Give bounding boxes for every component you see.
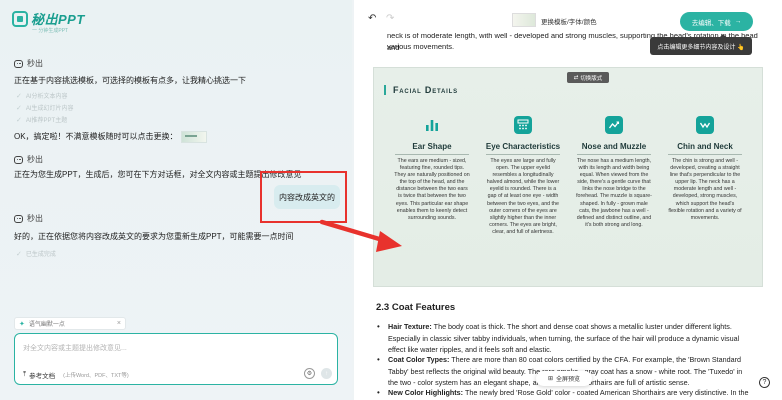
help-icon[interactable]: ? <box>759 377 770 388</box>
slide-column: Nose and Muzzle The nose has a medium le… <box>573 116 655 229</box>
slide-column: Chin and Neck The chin is strong and wel… <box>664 116 746 222</box>
upload-icon: ⤒ <box>23 371 27 378</box>
bot-message: OK，搞定啦！不满意模板随时可以点击更换： <box>14 131 207 143</box>
upload-button[interactable]: ⤒ 参考文档 (上传Word、PDF、TXT等) <box>23 370 129 380</box>
bot-header: 秒出 <box>14 213 43 224</box>
change-template-link[interactable]: 更换模板/字体/颜色 <box>541 16 597 26</box>
grid-icon: ⊞ <box>547 376 553 382</box>
suggestion-chip[interactable]: ✦ 语气幽默一点 × <box>14 317 126 330</box>
progress-step: ✓ 已生成完成 <box>16 250 56 259</box>
divider <box>577 154 651 155</box>
calculator-icon <box>514 116 532 134</box>
message-input[interactable] <box>23 343 323 357</box>
progress-step: ✓ AI生成幻灯片内容 <box>16 104 74 113</box>
close-icon[interactable]: × <box>117 320 121 327</box>
sparkle-icon: ✦ <box>19 320 25 328</box>
slide-title: Facial Details <box>384 85 458 95</box>
slide-column: Ear Shape The ears are medium - sized, f… <box>391 116 473 222</box>
robot-icon <box>14 59 23 68</box>
section-heading: 2.3 Coat Features <box>376 302 456 313</box>
fullscreen-preview-button[interactable]: ⊞ 全屏预览 <box>536 371 592 386</box>
progress-step: ✓ AI推荐PPT主题 <box>16 116 68 125</box>
check-icon: ✓ <box>16 116 22 124</box>
activity-icon <box>696 116 714 134</box>
composer: ⤒ 参考文档 (上传Word、PDF、TXT等) ⚙ ↑ <box>14 333 338 385</box>
check-icon: ✓ <box>16 250 22 258</box>
slide-card[interactable]: ⇄ 切换版式 Facial Details Ear Shape The ears… <box>373 67 763 287</box>
divider <box>395 154 469 155</box>
redo-icon[interactable]: ↷ <box>386 13 394 24</box>
bar-chart-icon <box>423 116 441 134</box>
arrow-right-icon: → <box>734 18 742 25</box>
brand-tagline: 一 分钟生成PPT <box>32 28 69 34</box>
switch-layout-button[interactable]: ⇄ 切换版式 <box>567 72 609 83</box>
list-item: Hair Texture: The body coat is thick. Th… <box>377 321 754 356</box>
logo[interactable]: 秘出PPT <box>12 9 85 28</box>
check-icon: ✓ <box>16 92 22 100</box>
slide-column: Eye Characteristics The eyes are large a… <box>482 116 564 236</box>
bot-header: 秒出 <box>14 154 43 165</box>
logo-icon <box>12 10 28 27</box>
check-icon: ✓ <box>16 104 22 112</box>
bot-message: 好的，正在依据您将内容改成英文的要求为您重新生成PPT，可能需要一点时间 <box>14 232 294 241</box>
trend-chart-icon <box>605 116 623 134</box>
robot-icon <box>14 214 23 223</box>
tooltip: 点击编辑更多细节内容及设计 👆 <box>650 34 752 55</box>
swap-icon: ⇄ <box>573 74 579 81</box>
user-message: 内容改成英文的 <box>274 185 340 209</box>
bot-name: 秒出 <box>27 155 43 164</box>
list-item: New Color Highlights: The newly bred 'Ro… <box>377 387 754 400</box>
bot-message: 正在为您生成PPT，生成后，您可在下方对话框，对全文内容或主题提出修改意见 <box>14 170 302 179</box>
document-preview: ↶ ↷ 更换模板/字体/颜色 去编辑、下载 → 点击编辑更多细节内容及设计 👆 … <box>354 0 782 400</box>
divider <box>486 154 560 155</box>
undo-icon[interactable]: ↶ <box>368 13 376 24</box>
bot-message: 正在基于内容挑选模板，可选择的模板有点多，让我精心挑选一下 <box>14 76 246 85</box>
bot-name: 秒出 <box>27 214 43 223</box>
preview-toolbar: ↶ ↷ 更换模板/字体/颜色 去编辑、下载 → <box>354 0 782 33</box>
send-button[interactable]: ↑ <box>321 368 332 379</box>
brand-name: 秘出PPT <box>31 12 85 27</box>
bot-header: 秒出 <box>14 58 43 69</box>
edit-download-button[interactable]: 去编辑、下载 → <box>680 12 753 31</box>
settings-icon[interactable]: ⚙ <box>304 368 315 379</box>
progress-step: ✓ AI分析文本内容 <box>16 92 68 101</box>
bot-name: 秒出 <box>27 59 43 68</box>
chat-panel: 秘出PPT 一 分钟生成PPT 秒出 正在基于内容挑选模板，可选择的模板有点多，… <box>0 0 352 400</box>
divider <box>668 154 742 155</box>
template-thumbnail[interactable] <box>180 131 207 143</box>
robot-icon <box>14 155 23 164</box>
template-thumbnail[interactable] <box>512 13 536 27</box>
